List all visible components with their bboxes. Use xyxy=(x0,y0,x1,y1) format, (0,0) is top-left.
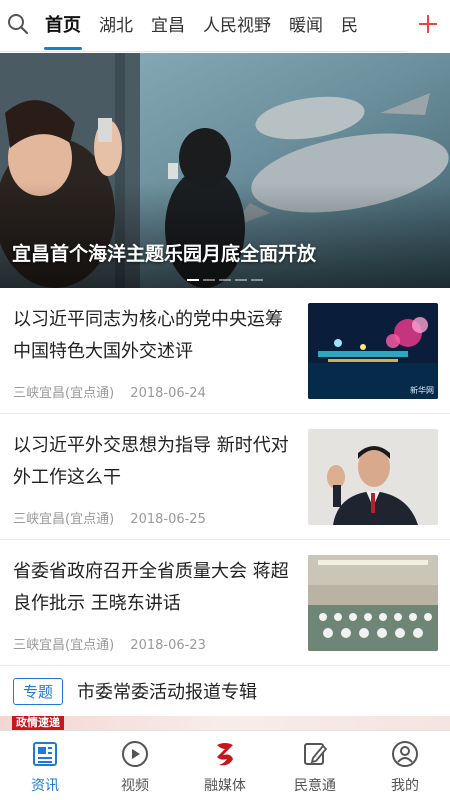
carousel-dot xyxy=(187,279,199,281)
nav-label: 民意通 xyxy=(294,778,336,794)
tab-min[interactable]: 民 xyxy=(332,0,367,52)
nav-media[interactable]: 融媒体 xyxy=(180,731,270,800)
hero-carousel[interactable]: 宜昌首个海洋主题乐园月底全面开放 xyxy=(0,53,450,288)
carousel-dot xyxy=(219,279,231,281)
news-date: 2018-06-23 xyxy=(130,638,206,653)
add-channel-button[interactable] xyxy=(406,0,450,52)
news-date: 2018-06-24 xyxy=(130,386,206,401)
nav-video[interactable]: 视频 xyxy=(90,731,180,800)
nav-public-opinion[interactable]: 民意通 xyxy=(270,731,360,800)
carousel-indicator xyxy=(0,279,450,281)
news-thumbnail: 新华网 xyxy=(308,303,438,399)
news-meta: 三峡宜昌(宜点通) 2018-06-25 xyxy=(13,508,206,527)
tab-home[interactable]: 首页 xyxy=(36,0,90,52)
nav-label: 视频 xyxy=(121,778,149,794)
nav-news[interactable]: 资讯 xyxy=(0,731,90,800)
plus-icon xyxy=(417,13,439,39)
special-title: 市委常委活动报道专辑 xyxy=(77,682,258,703)
news-item[interactable]: 省委省政府召开全省质量大会 蒋超良作批示 王晓东讲话 三峡宜昌(宜点通) 201… xyxy=(0,540,450,666)
bottom-nav: 资讯 视频 融媒体 民意通 我的 xyxy=(0,730,450,800)
news-item[interactable]: 以习近平同志为核心的党中央运筹中国特色大国外交述评 三峡宜昌(宜点通) 2018… xyxy=(0,288,450,414)
tab-people-vision[interactable]: 人民视野 xyxy=(194,0,280,52)
nav-label: 资讯 xyxy=(31,778,59,794)
news-title: 以习近平同志为核心的党中央运筹中国特色大国外交述评 xyxy=(13,309,283,362)
search-icon xyxy=(7,13,29,39)
nav-label: 融媒体 xyxy=(204,778,246,794)
tab-warm-news[interactable]: 暖闻 xyxy=(280,0,332,52)
news-meta: 三峡宜昌(宜点通) 2018-06-23 xyxy=(13,634,206,653)
news-item[interactable]: 以习近平外交思想为指导 新时代对外工作这么干 三峡宜昌(宜点通) 2018-06… xyxy=(0,414,450,540)
thumb-watermark: 新华网 xyxy=(410,386,434,395)
tab-yichang[interactable]: 宜昌 xyxy=(142,0,194,52)
news-source: 三峡宜昌(宜点通) xyxy=(13,386,115,401)
tab-hubei[interactable]: 湖北 xyxy=(90,0,142,52)
nav-mine[interactable]: 我的 xyxy=(360,731,450,800)
nav-label: 我的 xyxy=(391,778,419,794)
hero-title: 宜昌首个海洋主题乐园月底全面开放 xyxy=(12,243,317,265)
carousel-dot xyxy=(251,279,263,281)
news-title: 以习近平外交思想为指导 新时代对外工作这么干 xyxy=(13,435,289,488)
top-tab-bar: 首页 湖北 宜昌 人民视野 暖闻 民 xyxy=(0,0,450,52)
special-banner-strip[interactable]: 政情速递 xyxy=(0,716,450,730)
news-icon xyxy=(30,739,60,769)
news-thumbnail xyxy=(308,429,438,525)
special-topic-row[interactable]: 专题 市委常委活动报道专辑 xyxy=(0,666,450,716)
news-meta: 三峡宜昌(宜点通) 2018-06-24 xyxy=(13,382,206,401)
play-icon xyxy=(120,739,150,769)
news-source: 三峡宜昌(宜点通) xyxy=(13,512,115,527)
carousel-dot xyxy=(235,279,247,281)
special-badge: 专题 xyxy=(13,677,64,705)
search-button[interactable] xyxy=(0,0,36,52)
edit-icon xyxy=(300,739,330,769)
news-source: 三峡宜昌(宜点通) xyxy=(13,638,115,653)
strip-tag: 政情速递 xyxy=(12,716,64,730)
carousel-dot xyxy=(203,279,215,281)
news-date: 2018-06-25 xyxy=(130,512,206,527)
news-title: 省委省政府召开全省质量大会 蒋超良作批示 王晓东讲话 xyxy=(13,561,289,614)
channel-tabs: 首页 湖北 宜昌 人民视野 暖闻 民 xyxy=(36,0,450,52)
user-icon xyxy=(390,739,420,769)
news-thumbnail xyxy=(308,555,438,651)
news-list: 以习近平同志为核心的党中央运筹中国特色大国外交述评 三峡宜昌(宜点通) 2018… xyxy=(0,288,450,666)
media-logo-icon xyxy=(210,739,240,769)
